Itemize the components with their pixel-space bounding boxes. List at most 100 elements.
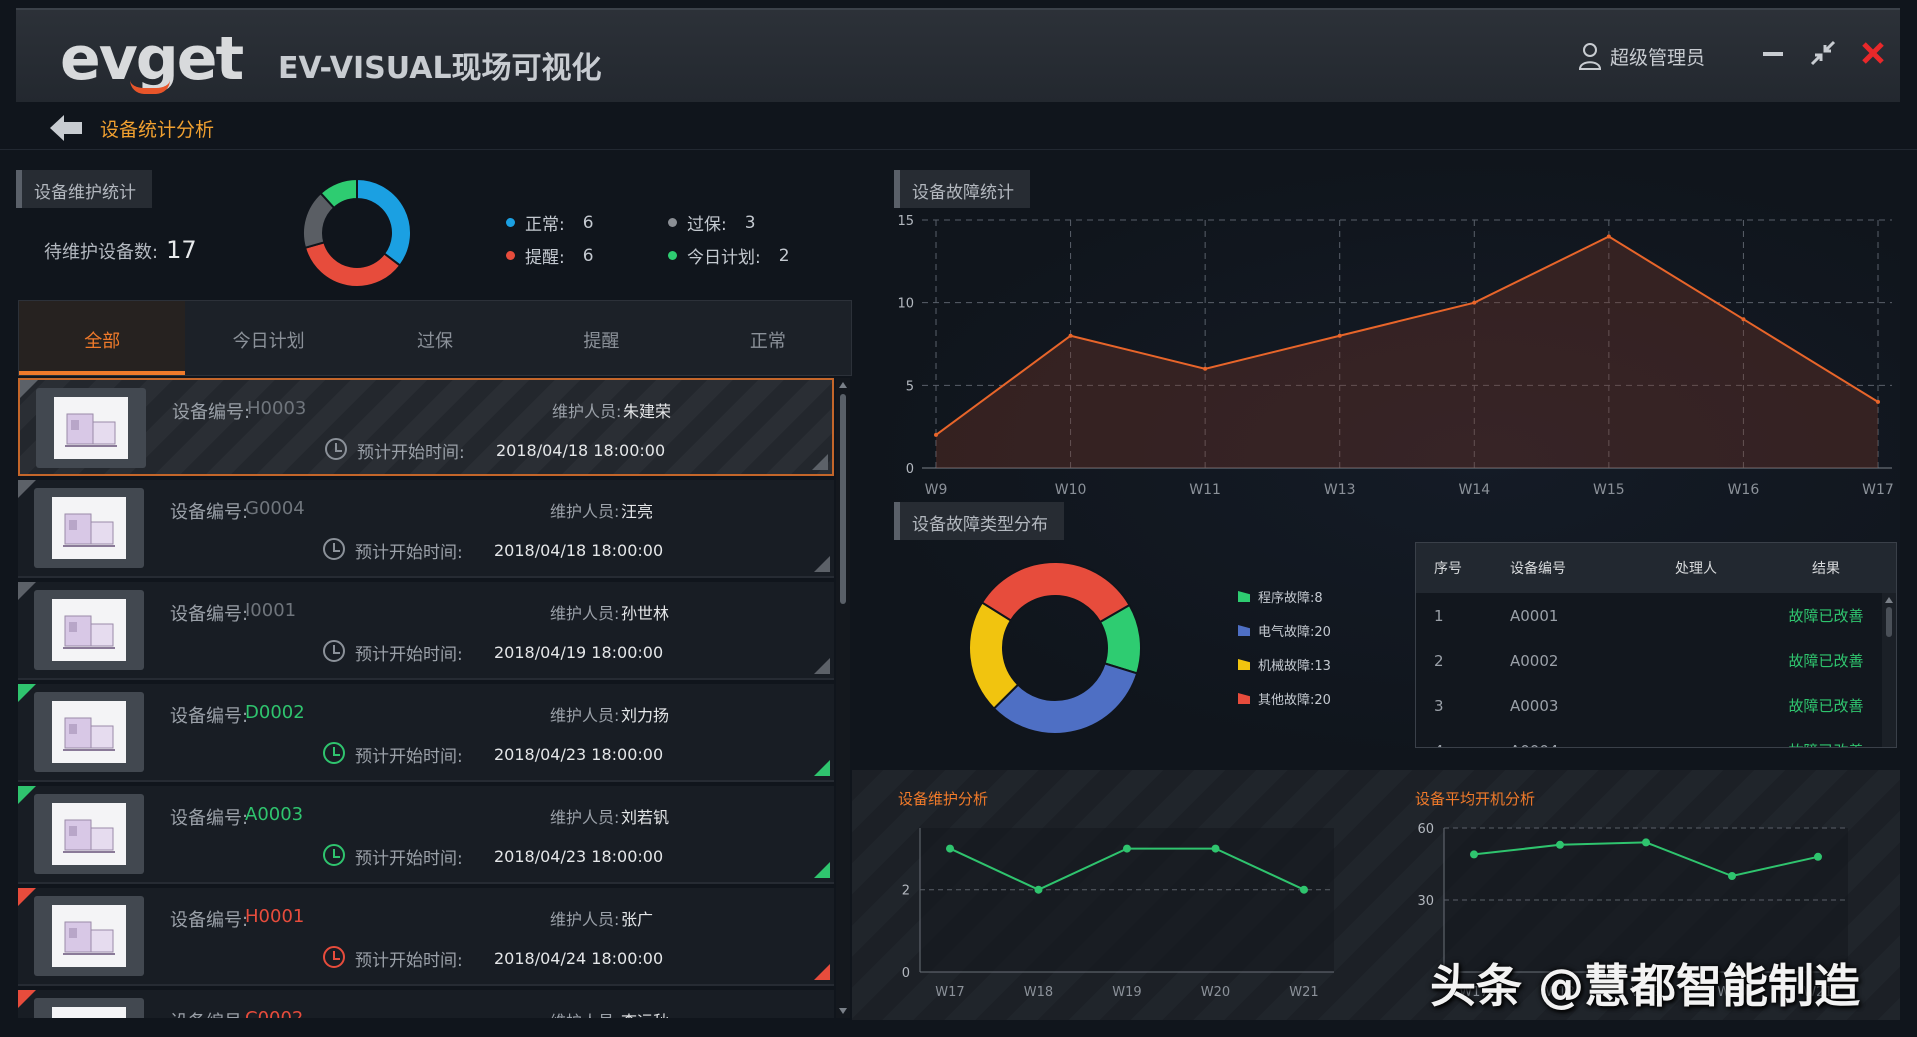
maint-analysis-chart: 0 2 W17 W18 W19 W20 W21: [902, 828, 1334, 1000]
tab-all[interactable]: 全部: [19, 301, 186, 375]
maint-label: 维护人员:: [550, 1008, 619, 1018]
y-tick-label: 60: [1417, 822, 1434, 837]
scroll-up-icon[interactable]: [839, 382, 847, 388]
scroll-up-icon[interactable]: [1885, 597, 1893, 603]
user-name: 超级管理员: [1610, 46, 1706, 69]
scroll-down-icon[interactable]: [839, 1008, 847, 1014]
machine-icon: [63, 819, 115, 853]
cell-result: 故障已改善: [1788, 607, 1864, 625]
list-item[interactable]: 设备编号: D0002 维护人员: 刘力扬 预计开始时间: 2018/04/23…: [18, 684, 834, 782]
legend-label: 其他故障:20: [1258, 693, 1331, 708]
table-scrollbar[interactable]: [1882, 593, 1896, 747]
legend-today: 今日计划: 2: [668, 243, 790, 268]
time-label: 预计开始时间:: [355, 849, 463, 869]
tab-overdue[interactable]: 过保: [352, 301, 518, 375]
fault-legend-mechanical: 机械故障:13: [1238, 655, 1331, 674]
fault-legend-electric: 电气故障:20: [1238, 621, 1331, 640]
status-corner: [814, 658, 830, 674]
cell-code: A0001: [1510, 606, 1559, 625]
legend-label: 电气故障:20: [1258, 625, 1331, 640]
device-thumbnail: [34, 896, 144, 976]
back-button[interactable]: [48, 112, 84, 148]
tab-today[interactable]: 今日计划: [185, 301, 351, 375]
device-code: D0002: [245, 702, 305, 723]
code-label: 设备编号:: [172, 402, 251, 423]
device-image: [52, 1007, 126, 1018]
device-list: 设备编号: H0003 维护人员: 朱建荣 预计开始时间: 2018/04/18…: [18, 378, 834, 1018]
table-row[interactable]: 4 A0004 故障已改善: [1416, 728, 1896, 748]
data-point: [1123, 844, 1131, 853]
legend-normal: 正常: 6: [506, 210, 594, 235]
legend-value: 6: [582, 212, 594, 233]
minimize-icon: [1763, 52, 1783, 56]
machine-icon: [63, 513, 115, 547]
sub-nav: 设备统计分析: [0, 102, 1917, 150]
table-row[interactable]: 3 A0003 故障已改善: [1416, 683, 1896, 728]
maint-label: 维护人员:: [552, 402, 622, 421]
list-item[interactable]: 设备编号: I0001 维护人员: 孙世林 预计开始时间: 2018/04/19…: [18, 582, 834, 680]
list-item[interactable]: 设备编号: H0001 维护人员: 张广 预计开始时间: 2018/04/24 …: [18, 888, 834, 986]
status-corner: [814, 862, 830, 878]
legend-remind: 提醒: 6: [506, 243, 594, 268]
x-tick-label: W21: [1289, 985, 1318, 1000]
cell-result: 故障已改善: [1788, 697, 1864, 715]
start-time: 2018/04/18 18:00:00: [496, 441, 666, 460]
maint-person: 朱建荣: [623, 402, 672, 421]
restore-button[interactable]: [1806, 36, 1840, 70]
device-code: A0003: [245, 804, 304, 825]
device-code: I0001: [245, 600, 297, 621]
machine-icon: [59, 1014, 119, 1018]
pending-value: 17: [166, 236, 197, 264]
list-item[interactable]: 设备编号: A0003 维护人员: 刘若钒 预计开始时间: 2018/04/23…: [18, 786, 834, 884]
tab-normal[interactable]: 正常: [685, 301, 851, 375]
machine-icon: [63, 717, 115, 751]
flag-icon: [1238, 625, 1250, 636]
table-row[interactable]: 2 A0002 故障已改善: [1416, 638, 1896, 683]
x-tick-label: W10: [1055, 482, 1087, 498]
x-tick-label: W17: [935, 985, 964, 1000]
cell-code: A0002: [1510, 651, 1559, 670]
data-point: [1470, 850, 1478, 859]
y-tick-label: 5: [906, 379, 914, 394]
cell-no: 1: [1434, 606, 1444, 625]
list-scrollbar[interactable]: [836, 378, 850, 1018]
device-image: [52, 803, 126, 865]
list-item[interactable]: 设备编号: H0003 维护人员: 朱建荣 预计开始时间: 2018/04/18…: [18, 378, 834, 476]
maint-analysis-title: 设备维护分析: [898, 790, 989, 808]
cell-code: A0003: [1510, 696, 1559, 715]
legend-value: 2: [778, 245, 790, 266]
data-point: [1300, 885, 1308, 894]
flag-icon: [1238, 659, 1250, 670]
device-code: G0004: [245, 498, 305, 519]
maintenance-slice: [303, 241, 402, 288]
device-image: [52, 497, 126, 559]
minimize-button[interactable]: [1756, 36, 1790, 70]
data-point: [1034, 885, 1043, 894]
list-item[interactable]: 设备编号: C0002 维护人员: 李远秋 预计开始时间: 2018/04/25…: [18, 990, 834, 1018]
compress-icon: [1810, 40, 1836, 66]
scroll-thumb[interactable]: [1886, 607, 1892, 637]
maint-label: 维护人员:: [550, 604, 620, 623]
user-menu[interactable]: 超级管理员: [1578, 42, 1705, 70]
maint-person: 李远秋: [621, 1008, 669, 1018]
device-thumbnail: [34, 794, 144, 874]
device-thumbnail: [34, 998, 144, 1018]
legend-dot-today: [668, 251, 677, 260]
data-point: [1642, 838, 1650, 847]
data-point: [1556, 840, 1564, 849]
maint-person: 刘力扬: [621, 706, 670, 725]
maint-person: 孙世林: [621, 604, 670, 623]
table-row[interactable]: 1 A0001 故障已改善: [1416, 593, 1896, 638]
tab-remind[interactable]: 提醒: [518, 301, 684, 375]
device-code: H0001: [245, 906, 305, 927]
legend-label: 过保:: [687, 215, 727, 235]
col-handler: 处理人: [1675, 561, 1717, 577]
start-time: 2018/04/19 18:00:00: [494, 643, 664, 662]
machine-icon: [65, 413, 117, 447]
close-button[interactable]: [1856, 36, 1890, 70]
data-point: [1337, 333, 1342, 338]
scroll-thumb[interactable]: [840, 394, 846, 604]
machine-icon: [63, 615, 115, 649]
list-item[interactable]: 设备编号: G0004 维护人员: 汪亮 预计开始时间: 2018/04/18 …: [18, 480, 834, 578]
data-point: [946, 844, 954, 853]
